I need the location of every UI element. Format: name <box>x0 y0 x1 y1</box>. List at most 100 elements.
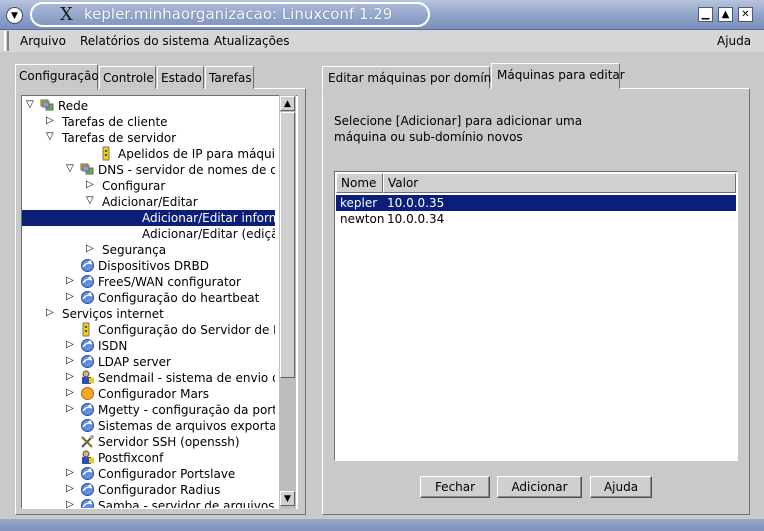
globe-icon <box>80 482 95 497</box>
collapsed-arrow-icon[interactable]: ▷ <box>86 179 94 190</box>
close-icon[interactable]: ✕ <box>738 7 753 22</box>
tree-item[interactable]: ▷ Sendmail - sistema de envio de <box>22 370 275 386</box>
tree-item-label: Servidor SSH (openssh) <box>98 435 240 449</box>
tree-item-label: Sistemas de arquivos exportado <box>98 419 275 433</box>
hosts-list[interactable]: Nome Valor kepler 10.0.0.35 newton 10.0.0.3… <box>334 171 738 461</box>
host-name: newton <box>340 212 385 226</box>
globe-icon <box>80 498 95 508</box>
collapsed-arrow-icon[interactable]: ▷ <box>66 467 74 478</box>
menu-relatorios[interactable]: Relatórios do sistema <box>80 34 209 48</box>
minimize-icon[interactable]: ▁ <box>698 7 713 22</box>
tree-item[interactable]: Adicionar/Editar informaçõ <box>22 210 275 226</box>
collapsed-arrow-icon[interactable]: ▷ <box>66 339 74 350</box>
menu-ajuda[interactable]: Ajuda <box>717 34 751 48</box>
tree-item[interactable]: ▽ Tarefas de servidor <box>22 130 275 146</box>
tree-item[interactable]: ▷ FreeS/WAN configurator <box>22 274 275 290</box>
list-row[interactable]: newton 10.0.0.34 <box>336 211 736 227</box>
menu-grip[interactable] <box>4 31 9 51</box>
tab-tarefas[interactable]: Tarefas <box>205 66 254 89</box>
config-tree[interactable]: ▽ Rede ▷ Tarefas de cliente ▽ Tarefas de serv… <box>21 95 298 509</box>
tree-item[interactable]: ▷ Mgetty - configuração da porta <box>22 402 275 418</box>
tree-item[interactable]: ▽ DNS - servidor de nomes de do <box>22 162 275 178</box>
tree-item[interactable]: ▷ Samba - servidor de arquivos <box>22 498 275 509</box>
collapsed-arrow-icon[interactable]: ▷ <box>66 499 74 508</box>
tree-item-label: Tarefas de cliente <box>62 115 168 129</box>
tree-item-label: Serviços internet <box>62 307 164 321</box>
tree-item-label: Tarefas de servidor <box>62 131 177 145</box>
globe-icon <box>80 466 95 481</box>
tree-item-label: Adicionar/Editar <box>102 195 198 209</box>
tree-item[interactable]: ▷ LDAP server <box>22 354 275 370</box>
tree-item[interactable]: ▷ Configuração do heartbeat <box>22 290 275 306</box>
collapsed-arrow-icon[interactable]: ▷ <box>66 371 74 382</box>
tree-item[interactable]: ▷ Configurador Portslave <box>22 466 275 482</box>
collapsed-arrow-icon[interactable]: ▷ <box>86 243 94 254</box>
tree-item-label: DNS - servidor de nomes de do <box>98 163 275 177</box>
globe-icon <box>80 338 95 353</box>
tab-estado[interactable]: Estado <box>157 66 204 89</box>
instruction-line-1: Selecione [Adicionar] para adicionar uma <box>334 114 583 128</box>
tree-item[interactable]: ▷ Tarefas de cliente <box>22 114 275 130</box>
scroll-up-icon[interactable]: ▲ <box>280 96 295 111</box>
host-ip: 10.0.0.34 <box>387 212 445 226</box>
tree-item[interactable]: ▽ Adicionar/Editar <box>22 194 275 210</box>
tab-controle[interactable]: Controle <box>99 66 156 89</box>
menu-atualizacoes[interactable]: Atualizações <box>214 34 290 48</box>
tree-viewport: ▽ Rede ▷ Tarefas de cliente ▽ Tarefas de serv… <box>22 96 279 509</box>
tree-item-label: Adicionar/Editar (edição ráp <box>142 227 275 241</box>
expanded-arrow-icon[interactable]: ▽ <box>66 163 74 174</box>
tree-item[interactable]: ▷ ISDN <box>22 338 275 354</box>
list-row[interactable]: kepler 10.0.0.35 <box>336 195 736 211</box>
tree-item-label: Samba - servidor de arquivos <box>98 499 275 509</box>
collapsed-arrow-icon[interactable]: ▷ <box>66 403 74 414</box>
scroll-down-icon[interactable]: ▼ <box>280 491 295 506</box>
tree-item[interactable]: Adicionar/Editar (edição ráp <box>22 226 275 242</box>
scroll-thumb[interactable] <box>280 112 295 378</box>
tab-editar-maquinas-dominio[interactable]: Editar máquinas por domínio <box>322 66 502 89</box>
tools-icon <box>80 434 95 449</box>
menu-arquivo[interactable]: Arquivo <box>20 34 66 48</box>
close-button[interactable]: Fechar <box>420 476 490 498</box>
tree-item[interactable]: Dispositivos DRBD <box>22 258 275 274</box>
collapsed-arrow-icon[interactable]: ▷ <box>46 115 54 126</box>
tab-maquinas-para-editar[interactable]: Máquinas para editar <box>491 63 625 89</box>
title-bar[interactable]: ▼ X kepler.minhaorganizacao: Linuxconf 1… <box>0 0 764 30</box>
collapsed-arrow-icon[interactable]: ▷ <box>66 275 74 286</box>
collapsed-arrow-icon[interactable]: ▷ <box>66 291 74 302</box>
add-button[interactable]: Adicionar <box>497 476 582 498</box>
window-menu-icon[interactable]: ▼ <box>6 7 23 24</box>
help-button[interactable]: Ajuda <box>590 476 652 498</box>
column-header-nome[interactable]: Nome <box>336 173 383 193</box>
tree-item[interactable]: ▷ Segurança <box>22 242 275 258</box>
maximize-icon[interactable]: ▲ <box>718 7 733 22</box>
expanded-arrow-icon[interactable]: ▽ <box>46 131 54 142</box>
tree-item[interactable]: ▽ Rede <box>22 98 275 114</box>
collapsed-arrow-icon[interactable]: ▷ <box>66 387 74 398</box>
globe-icon <box>80 402 95 417</box>
tree-item[interactable]: Configuração do Servidor de IP <box>22 322 275 338</box>
tree-item-label: LDAP server <box>98 355 171 369</box>
tree-item[interactable]: Postfixconf <box>22 450 275 466</box>
tree-item[interactable]: ▷ Configurador Mars <box>22 386 275 402</box>
person-icon <box>80 370 95 385</box>
collapsed-arrow-icon[interactable]: ▷ <box>66 355 74 366</box>
expanded-arrow-icon[interactable]: ▽ <box>86 195 94 206</box>
person-icon <box>80 450 95 465</box>
menu-bar: Arquivo Relatórios do sistema Atualizaçõ… <box>0 30 764 52</box>
collapsed-arrow-icon[interactable]: ▷ <box>46 307 54 318</box>
collapsed-arrow-icon[interactable]: ▷ <box>66 483 74 494</box>
tab-configuracao[interactable]: Configuração <box>15 64 99 90</box>
tree-item[interactable]: Apelidos de IP para máquinas v <box>22 146 275 162</box>
tree-scrollbar[interactable]: ▲ ▼ <box>279 95 296 509</box>
tree-item[interactable]: ▷ Configurador Radius <box>22 482 275 498</box>
globe-icon <box>80 290 95 305</box>
tree-item-label: Configurar <box>102 179 166 193</box>
sun-icon <box>80 386 95 401</box>
tree-item[interactable]: Sistemas de arquivos exportado <box>22 418 275 434</box>
tree-item[interactable]: ▷ Serviços internet <box>22 306 275 322</box>
expanded-arrow-icon[interactable]: ▽ <box>26 99 34 110</box>
tree-item[interactable]: ▷ Configurar <box>22 178 275 194</box>
tree-item-label: Apelidos de IP para máquinas v <box>118 147 275 161</box>
column-header-valor[interactable]: Valor <box>383 173 736 193</box>
tree-item[interactable]: Servidor SSH (openssh) <box>22 434 275 450</box>
